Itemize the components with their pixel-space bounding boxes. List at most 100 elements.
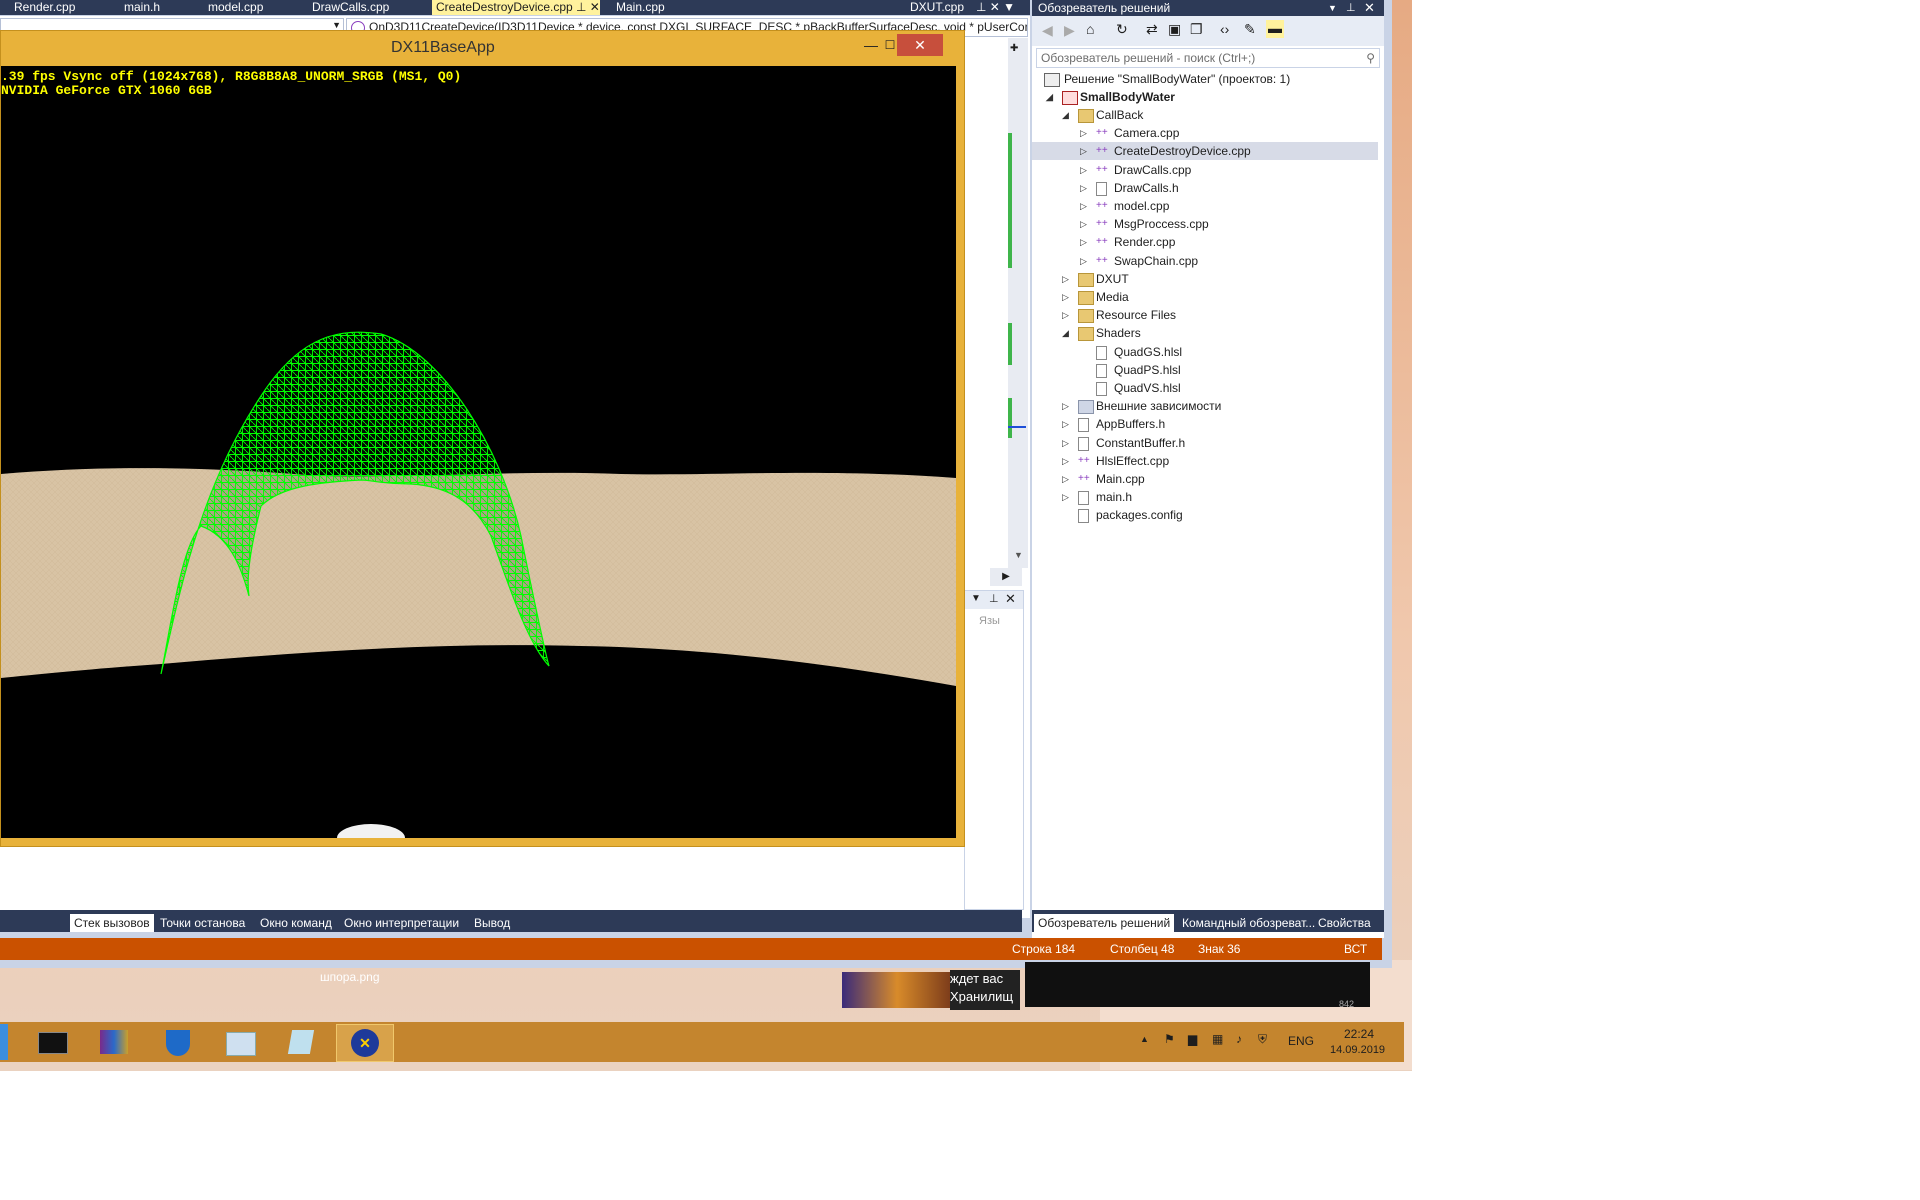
- devices-icon[interactable]: ▦: [1212, 1032, 1223, 1046]
- volume-icon[interactable]: ♪: [1236, 1032, 1242, 1046]
- doc-tab[interactable]: CreateDestroyDevice.cpp: [432, 0, 577, 15]
- collapsed-arrow-icon[interactable]: ▷: [1062, 306, 1072, 324]
- defender-icon[interactable]: [150, 1024, 206, 1060]
- forward-icon[interactable]: ▶: [1064, 22, 1075, 39]
- security-icon[interactable]: ⛨: [1258, 1032, 1267, 1047]
- preview-icon[interactable]: ▬: [1266, 20, 1284, 38]
- collapsed-arrow-icon[interactable]: ▷: [1062, 415, 1072, 433]
- collapsed-arrow-icon[interactable]: ▷: [1080, 161, 1090, 179]
- bottom-tool-tab[interactable]: Стек вызовов: [70, 914, 154, 932]
- solution-tree-item[interactable]: ▷ ++ Render.cpp: [1032, 233, 1378, 251]
- solution-tree-item[interactable]: ▷ main.h: [1032, 488, 1378, 506]
- doc-tab[interactable]: Render.cpp: [10, 0, 79, 15]
- expanded-arrow-icon[interactable]: ◢: [1046, 88, 1056, 106]
- search-icon[interactable]: ⚲: [1366, 49, 1375, 67]
- collapsed-arrow-icon[interactable]: ▷: [1080, 197, 1090, 215]
- solution-explorer-tab[interactable]: Свойства: [1314, 914, 1375, 932]
- solution-tree-item[interactable]: QuadVS.hlsl: [1032, 379, 1378, 397]
- clock-date[interactable]: 14.09.2019: [1330, 1044, 1385, 1056]
- solution-tree-item[interactable]: ▷ ++ model.cpp: [1032, 197, 1378, 215]
- solution-tree-item[interactable]: ▷ DXUT: [1032, 270, 1378, 288]
- scroll-right-icon[interactable]: ▶: [990, 568, 1022, 586]
- solution-tree-item[interactable]: ▷ Внешние зависимости: [1032, 397, 1378, 415]
- doc-tab[interactable]: DrawCalls.cpp: [308, 0, 393, 15]
- clock-time[interactable]: 22:24: [1344, 1027, 1374, 1041]
- home-icon[interactable]: ⌂: [1086, 21, 1094, 37]
- expanded-arrow-icon[interactable]: ◢: [1062, 324, 1072, 342]
- solution-tree-item[interactable]: QuadPS.hlsl: [1032, 361, 1378, 379]
- collapsed-arrow-icon[interactable]: ▷: [1080, 215, 1090, 233]
- solution-tree-item[interactable]: ◢ CallBack: [1032, 106, 1378, 124]
- solution-explorer-tab[interactable]: Обозреватель решений: [1034, 914, 1175, 932]
- maximize-button[interactable]: ☐: [883, 35, 897, 57]
- solution-tree-item[interactable]: ▷ ++ Main.cpp: [1032, 470, 1378, 488]
- solution-tree-item[interactable]: ▷ ConstantBuffer.h: [1032, 434, 1378, 452]
- solution-tree-item[interactable]: ▷ DrawCalls.h: [1032, 179, 1378, 197]
- bottom-tool-tab[interactable]: Точки останова: [156, 914, 249, 932]
- solution-tree-item[interactable]: ▷ ++ Camera.cpp: [1032, 124, 1378, 142]
- collapsed-arrow-icon[interactable]: ▷: [1062, 488, 1072, 506]
- close-icon[interactable]: ✕: [1364, 0, 1375, 16]
- solution-tree-item[interactable]: ▷ ++ HlslEffect.cpp: [1032, 452, 1378, 470]
- refresh-icon[interactable]: ⇄: [1146, 21, 1158, 38]
- collapsed-arrow-icon[interactable]: ▷: [1080, 252, 1090, 270]
- collapsed-arrow-icon[interactable]: ▷: [1080, 124, 1090, 142]
- collapsed-arrow-icon[interactable]: ▷: [1062, 452, 1072, 470]
- start-icon[interactable]: [0, 1024, 8, 1060]
- bottom-tool-tab[interactable]: Окно команд: [256, 914, 336, 932]
- network-icon[interactable]: ⚑: [1164, 1032, 1175, 1046]
- solution-tree-item[interactable]: packages.config: [1032, 506, 1378, 524]
- solution-tree-item[interactable]: ▷ ++ DrawCalls.cpp: [1032, 161, 1378, 179]
- collapsed-arrow-icon[interactable]: ▷: [1062, 288, 1072, 306]
- back-icon[interactable]: ◀: [1042, 22, 1053, 39]
- collapsed-arrow-icon[interactable]: ▷: [1080, 142, 1090, 160]
- banner-image[interactable]: [842, 972, 952, 1008]
- doc-tab[interactable]: DXUT.cpp: [906, 0, 968, 15]
- close-button[interactable]: ✕: [897, 34, 943, 56]
- desktop-file-label[interactable]: шпора.png: [320, 970, 380, 984]
- language-indicator[interactable]: ENG: [1288, 1034, 1314, 1048]
- dx-app-taskbar-icon[interactable]: ✕: [336, 1024, 394, 1062]
- notepad-icon[interactable]: [274, 1024, 330, 1060]
- show-all-files-icon[interactable]: ❐: [1190, 21, 1203, 38]
- split-icon[interactable]: ✚: [1010, 43, 1018, 54]
- collapsed-arrow-icon[interactable]: ▷: [1062, 397, 1072, 415]
- doc-tab[interactable]: model.cpp: [204, 0, 267, 15]
- explorer-icon[interactable]: [212, 1024, 268, 1060]
- view-code-icon[interactable]: ‹›: [1220, 21, 1229, 37]
- tray-expand-icon[interactable]: ▲: [1140, 1034, 1149, 1044]
- solution-search-input[interactable]: Обозреватель решений - поиск (Ctrl+;) ⚲: [1036, 48, 1380, 68]
- pin-icon[interactable]: ⊥: [989, 592, 999, 605]
- dropdown-icon[interactable]: ▼: [1328, 0, 1337, 16]
- solution-tree-item[interactable]: ▷ ++ SwapChain.cpp: [1032, 252, 1378, 270]
- editor-scrollbar[interactable]: ✚ ▼: [1008, 38, 1028, 568]
- banner-text[interactable]: ждет вас Хранилищ: [950, 970, 1020, 1010]
- expanded-arrow-icon[interactable]: ◢: [1062, 106, 1072, 124]
- doc-tab[interactable]: main.h: [120, 0, 164, 15]
- solution-tree-item[interactable]: ▷ ++ CreateDestroyDevice.cpp: [1032, 142, 1378, 161]
- solution-node[interactable]: Решение "SmallBodyWater" (проектов: 1): [1032, 70, 1378, 88]
- solution-tree-item[interactable]: ◢ Shaders: [1032, 324, 1378, 342]
- collapse-all-icon[interactable]: ▣: [1168, 21, 1181, 38]
- doc-tab[interactable]: Main.cpp: [612, 0, 669, 15]
- solution-tree-item[interactable]: QuadGS.hlsl: [1032, 343, 1378, 361]
- solution-tree-item[interactable]: ▷ Media: [1032, 288, 1378, 306]
- properties-wrench-icon[interactable]: ✎: [1244, 21, 1256, 38]
- dx-title-bar[interactable]: DX11BaseApp — ☐ ✕: [1, 31, 964, 65]
- tab-overflow-icons[interactable]: ⊥ ✕ ▼: [976, 0, 1015, 15]
- dropdown-icon[interactable]: ▼: [971, 593, 981, 604]
- scroll-down-icon[interactable]: ▼: [1014, 550, 1023, 560]
- solution-tree-item[interactable]: ▷ Resource Files: [1032, 306, 1378, 324]
- close-icon[interactable]: ✕: [1005, 591, 1016, 607]
- solution-tree-item[interactable]: ▷ ++ MsgProccess.cpp: [1032, 215, 1378, 233]
- winrar-icon[interactable]: [86, 1024, 142, 1060]
- active-tab-pin-close-icon[interactable]: ⊥ ✕: [576, 0, 600, 15]
- solution-explorer-tab[interactable]: Командный обозреват...: [1178, 914, 1319, 932]
- collapsed-arrow-icon[interactable]: ▷: [1062, 470, 1072, 488]
- solution-tree-item[interactable]: ▷ AppBuffers.h: [1032, 415, 1378, 433]
- bottom-tool-tab[interactable]: Окно интерпретации: [340, 914, 463, 932]
- minimize-button[interactable]: —: [861, 35, 881, 57]
- display-icon[interactable]: ▆: [1188, 1032, 1197, 1046]
- pin-icon[interactable]: ⊥: [1346, 0, 1356, 16]
- cmd-icon[interactable]: [24, 1024, 80, 1060]
